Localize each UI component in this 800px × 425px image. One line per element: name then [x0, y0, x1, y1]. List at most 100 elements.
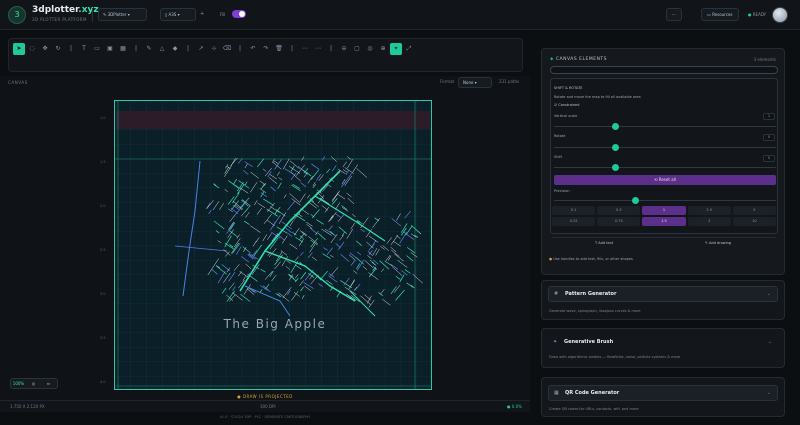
resources-label: Resources — [712, 12, 733, 17]
node-icon[interactable]: ⊹ — [208, 43, 220, 55]
ruler-tick: 3.0 — [100, 292, 106, 296]
shift-slider[interactable] — [554, 164, 776, 171]
qr-code-generator-header[interactable]: ▦ QR Code Generator ⌄ — [548, 385, 778, 401]
separator: | — [329, 45, 333, 52]
drawing-toolbar: ➤ ◌ ✥ ↻ | T ▭ ▣ ▦ | ✎ △ ◆ | ↗ ⊹ ⌫ | ↶ ↷ … — [8, 38, 523, 72]
add-text-button[interactable]: T Add text — [595, 241, 613, 245]
zoom-level: 100% — [12, 381, 25, 386]
trash-icon[interactable]: 🗑 — [273, 43, 285, 55]
rotate-slider[interactable] — [554, 144, 776, 151]
pattern-generator-header[interactable]: # Pattern Generator ⌄ — [548, 286, 778, 302]
dots-icon[interactable]: ⋯ — [312, 43, 324, 55]
redo-icon[interactable]: ↷ — [260, 43, 272, 55]
slider-thumb[interactable] — [632, 197, 639, 204]
pen-select[interactable]: ✎ 3DPlotter ▾ — [98, 8, 147, 21]
format-select[interactable]: None ▾ — [458, 77, 492, 88]
lasso-icon[interactable]: ◌ — [26, 43, 38, 55]
shift-label: Shift — [554, 155, 562, 159]
precision-slider[interactable] — [554, 197, 776, 204]
fill-toggle[interactable] — [232, 10, 246, 18]
status-dpi: 300 DPI — [260, 404, 276, 409]
select-tool-icon[interactable]: ➤ — [13, 43, 25, 55]
shift-input[interactable]: 0 — [763, 155, 775, 162]
app-logo[interactable]: 3 — [8, 6, 26, 24]
slider-thumb[interactable] — [612, 123, 619, 130]
status-dimensions: 1,750 X 2,120 PX — [10, 404, 45, 409]
rotate-label: Rotate — [554, 134, 566, 138]
precision-option[interactable]: 0.1 — [552, 206, 596, 215]
precision-option[interactable]: 0.5 — [597, 206, 641, 215]
panel-note: ● Use handles to add text, fills, or oth… — [549, 257, 633, 261]
eraser-icon[interactable]: ⌫ — [221, 43, 233, 55]
zoom-out-icon[interactable]: ⊖ — [338, 43, 350, 55]
plot-paper[interactable]: The Big Apple — [114, 100, 432, 390]
elements-scrollbar[interactable] — [550, 66, 778, 74]
precision-option[interactable]: 0.75 — [597, 217, 641, 226]
map-drawing: The Big Apple — [115, 101, 431, 389]
folder-icon[interactable]: ▭ — [91, 43, 103, 55]
dots-icon[interactable]: ⋯ — [299, 43, 311, 55]
fullscreen-icon[interactable]: ⤢ — [403, 43, 415, 55]
separator: | — [186, 45, 190, 52]
generative-brush-header[interactable]: ✦ Generative Brush ⌄ — [548, 335, 778, 351]
chevron-down-icon: ⌄ — [767, 339, 772, 345]
precision-option[interactable]: 10 — [732, 217, 776, 226]
zoom-reset-icon[interactable]: ◎ — [364, 43, 376, 55]
zoom-fit-icon[interactable]: ◎ — [26, 379, 41, 388]
add-icon[interactable]: + — [200, 11, 204, 17]
separator: | — [69, 45, 73, 52]
zoom-in-icon[interactable]: ⊕ — [377, 43, 389, 55]
slider-thumb[interactable] — [612, 164, 619, 171]
add-drawing-button[interactable]: ✎ Add drawing — [705, 241, 731, 245]
ruler-tick: 1.0 — [100, 116, 106, 120]
curve-icon[interactable]: ↗ — [195, 43, 207, 55]
vertical-scale-input[interactable]: 1 — [763, 113, 775, 120]
move-icon[interactable]: ✥ — [39, 43, 51, 55]
precision-option[interactable]: 5 — [732, 206, 776, 215]
pen-tool-icon[interactable]: ✎ — [143, 43, 155, 55]
snap-icon[interactable]: ⌖ — [390, 43, 402, 55]
reset-all-button[interactable]: ⟲ Reset all — [554, 175, 776, 185]
separator: | — [134, 45, 138, 52]
precision-option[interactable]: 0.25 — [552, 217, 596, 226]
triangle-icon[interactable]: △ — [156, 43, 168, 55]
status-dot-icon: ● — [748, 12, 752, 17]
panel-title: ◈ CANVAS ELEMENTS — [550, 57, 607, 62]
rotate-input[interactable]: 0 — [763, 134, 775, 141]
shapes-icon[interactable]: ◆ — [169, 43, 181, 55]
zoom-expand-icon[interactable]: ⇔ — [41, 379, 56, 388]
text-tool-icon[interactable]: T — [78, 43, 90, 55]
more-button[interactable]: ··· — [666, 8, 682, 21]
precision-option[interactable]: 1 — [642, 206, 686, 215]
image-icon[interactable]: ▣ — [104, 43, 116, 55]
vertical-scale-slider[interactable] — [554, 123, 776, 130]
precision-option[interactable]: 3 — [687, 217, 731, 226]
canvas-elements-panel: ◈ CANVAS ELEMENTS 3 elements — [541, 48, 785, 275]
add-drawing-label: Add drawing — [709, 241, 732, 245]
ruler-tick: 3.5 — [100, 336, 106, 340]
section-description: Rotate and move the map to fill all avai… — [554, 95, 641, 99]
precision-grid: 0.1 0.5 1 2.5 5 0.25 0.75 1.5 3 10 — [552, 206, 776, 226]
card-description: Draw with algorithmic strokes — flowfiel… — [549, 355, 681, 359]
vertical-scale-label: Vertical scale — [554, 114, 578, 118]
undo-icon[interactable]: ↶ — [247, 43, 259, 55]
slider-thumb[interactable] — [612, 144, 619, 151]
divider — [92, 8, 93, 22]
resources-button[interactable]: ▭ Resources — [701, 8, 739, 21]
ruler-tick: 2.5 — [100, 248, 106, 252]
precision-option[interactable]: 1.5 — [642, 217, 686, 226]
constrained-checkbox[interactable]: ☑ Constrained — [554, 103, 579, 107]
rotate-icon[interactable]: ↻ — [52, 43, 64, 55]
element-count: 3 elements — [753, 57, 776, 62]
chevron-down-icon: ⌄ — [766, 291, 771, 297]
precision-option[interactable]: 2.5 — [687, 206, 731, 215]
brand-name: 3dplotter.xyz — [32, 5, 99, 15]
avatar[interactable] — [772, 7, 788, 23]
zoom-controls: 100% ◎ ⇔ — [10, 378, 58, 389]
grid-icon[interactable]: ▦ — [117, 43, 129, 55]
paper-select[interactable]: ▯ A3S ▾ — [160, 8, 196, 21]
panel-title-text: CANVAS ELEMENTS — [555, 57, 608, 62]
ready-status-text: READY — [752, 12, 767, 17]
fit-icon[interactable]: ▢ — [351, 43, 363, 55]
panel-note-text: Use handles to add text, fills, or other… — [553, 257, 633, 261]
